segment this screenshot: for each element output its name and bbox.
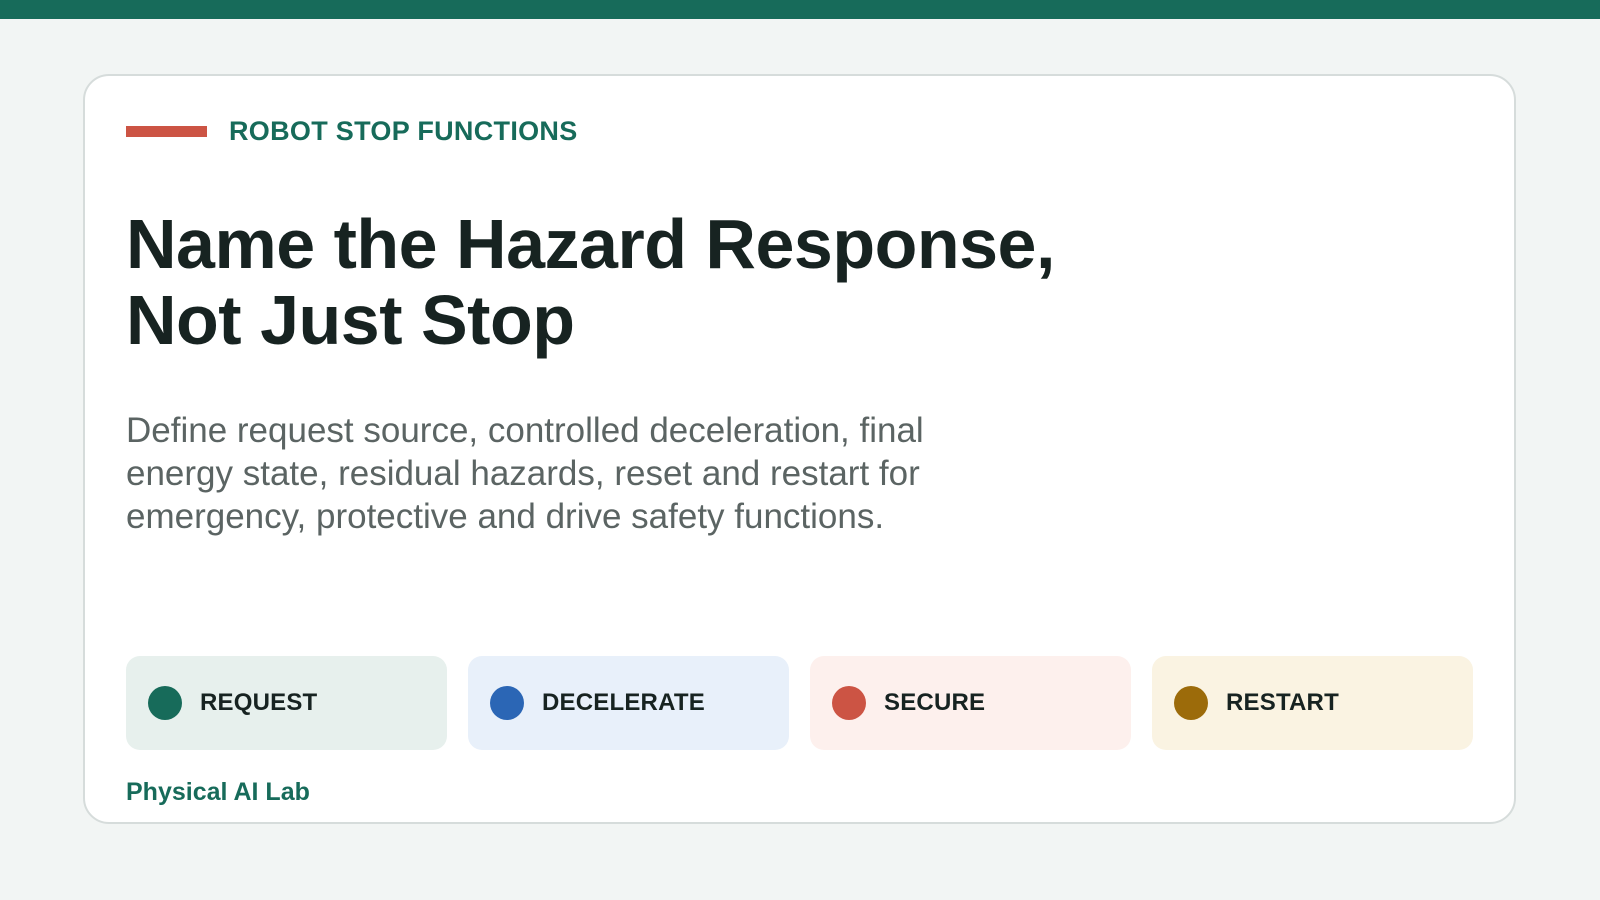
footer-brand: Physical AI Lab [126,778,310,806]
eyebrow-rule [126,126,207,137]
eyebrow: ROBOT STOP FUNCTIONS [126,116,578,147]
top-accent-bar [0,0,1600,19]
slide-card: ROBOT STOP FUNCTIONS Name the Hazard Res… [83,74,1516,824]
step-dot-icon [832,686,866,720]
page-title-line-1: Name the Hazard Response, [126,205,1055,283]
step-label: REQUEST [200,689,318,716]
step-request: REQUEST [126,656,447,750]
step-label: DECELERATE [542,689,705,716]
step-label: SECURE [884,689,986,716]
subtitle: Define request source, controlled decele… [126,411,924,536]
step-dot-icon [148,686,182,720]
step-secure: SECURE [810,656,1131,750]
step-label: RESTART [1226,689,1339,716]
step-restart: RESTART [1152,656,1473,750]
eyebrow-text: ROBOT STOP FUNCTIONS [229,116,578,146]
page-title-line-2: Not Just Stop [126,281,575,359]
step-dot-icon [490,686,524,720]
step-dot-icon [1174,686,1208,720]
page-title: Name the Hazard Response, Not Just Stop [126,206,1055,358]
step-decelerate: DECELERATE [468,656,789,750]
steps-row: REQUEST DECELERATE SECURE RESTART [126,656,1473,750]
